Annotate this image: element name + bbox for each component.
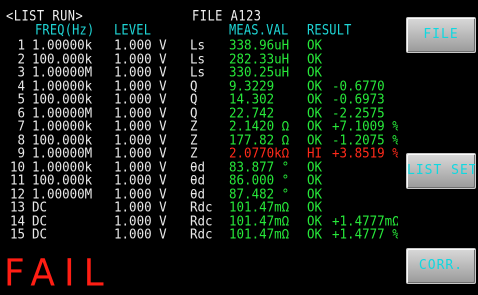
column-headers: FREQ(Hz) LEVEL MEAS.VAL RESULT (0, 22, 398, 39)
col-header-level: LEVEL (114, 22, 152, 39)
table-row: 15 DC 1.000 V Rdc 101.47mΩ OK +1.4777 % (0, 225, 400, 242)
row-number: 15 (9, 225, 25, 242)
col-header-meas: MEAS.VAL (229, 22, 289, 39)
table-row: 3 1.00000M 1.000 V Ls 330.25uH OK (0, 65, 398, 79)
col-header-freq: FREQ(Hz) (35, 22, 95, 39)
measurement-list: 1 1.00000k 1.000 V Ls 338.96uH OK 2 100.000k 1.0… (0, 38, 400, 242)
softkey-panel: FILE LIST SET CORR. (398, 0, 478, 294)
list-run-panel: <LIST RUN> FILE A123 FREQ(Hz) LEVEL MEAS… (0, 0, 400, 295)
row-frequency: DC (32, 225, 48, 242)
corr-button[interactable]: CORR. (406, 248, 476, 284)
row-measured-value: 101.47mΩ (229, 225, 290, 242)
list-set-button[interactable]: LIST SET (406, 153, 476, 189)
row-parameter: Rdc (190, 225, 213, 242)
col-header-result: RESULT (307, 22, 352, 39)
row-deviation: +1.4777 % (332, 225, 400, 242)
table-row: 13 DC 1.000 V Rdc 101.47mΩ OK (0, 200, 398, 214)
table-row: 5 100.000k 1.000 V Q 14.302 OK -0.6973 (0, 92, 398, 106)
row-level: 1.000 V (114, 225, 167, 242)
title-bar: <LIST RUN> FILE A123 (0, 8, 398, 24)
row-deviation: +3.8519 % (332, 144, 400, 161)
verdict-fail: FAIL (4, 251, 113, 295)
row-result: OK (307, 225, 323, 242)
table-row: 7 1.00000k 1.000 V Z 2.1420 Ω OK +7.1009 % (0, 119, 399, 133)
table-row: 9 1.00000M 1.000 V Z 2.0770kΩ HI +3.8519 % (0, 144, 400, 161)
file-button[interactable]: FILE (406, 17, 476, 53)
table-row: 1 1.00000k 1.000 V Ls 338.96uH OK (0, 38, 398, 52)
table-row: 11 100.000k 1.000 Vθd 86.000 ° OK (0, 173, 398, 187)
lcr-meter-screen: <LIST RUN> FILE A123 FREQ(Hz) LEVEL MEAS… (0, 0, 478, 294)
